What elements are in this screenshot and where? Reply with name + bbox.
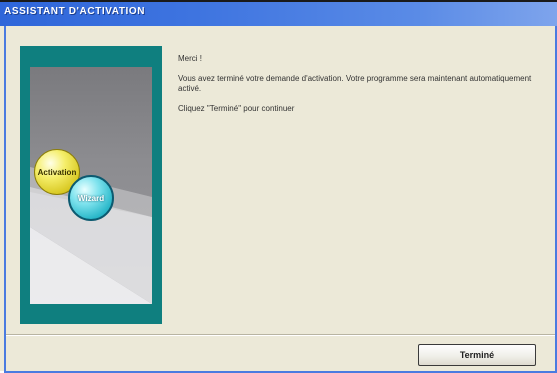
message-area: Merci ! Vous avez terminé votre demande …: [178, 54, 548, 124]
title-bar[interactable]: ASSISTANT D'ACTIVATION: [0, 2, 557, 26]
wizard-side-panel: Activation Wizard: [20, 46, 162, 324]
wizard-badge-icon: Wizard: [68, 175, 114, 221]
window-title: ASSISTANT D'ACTIVATION: [4, 6, 146, 17]
greeting-text: Merci !: [178, 54, 202, 63]
activation-badge-label: Activation: [37, 167, 77, 177]
wizard-illustration: Activation Wizard: [30, 67, 152, 304]
finish-button[interactable]: Terminé: [418, 344, 536, 366]
button-bar-divider: [6, 334, 555, 336]
completion-text: Vous avez terminé votre demande d'activa…: [178, 74, 532, 93]
wizard-badge-label: Wizard: [77, 193, 105, 203]
dialog-body: Activation Wizard Merci ! Vous avez term…: [6, 26, 555, 371]
activation-wizard-window: ASSISTANT D'ACTIVATION Activation Wizard…: [0, 0, 557, 373]
instruction-text: Cliquez "Terminé" pour continuer: [178, 104, 295, 113]
